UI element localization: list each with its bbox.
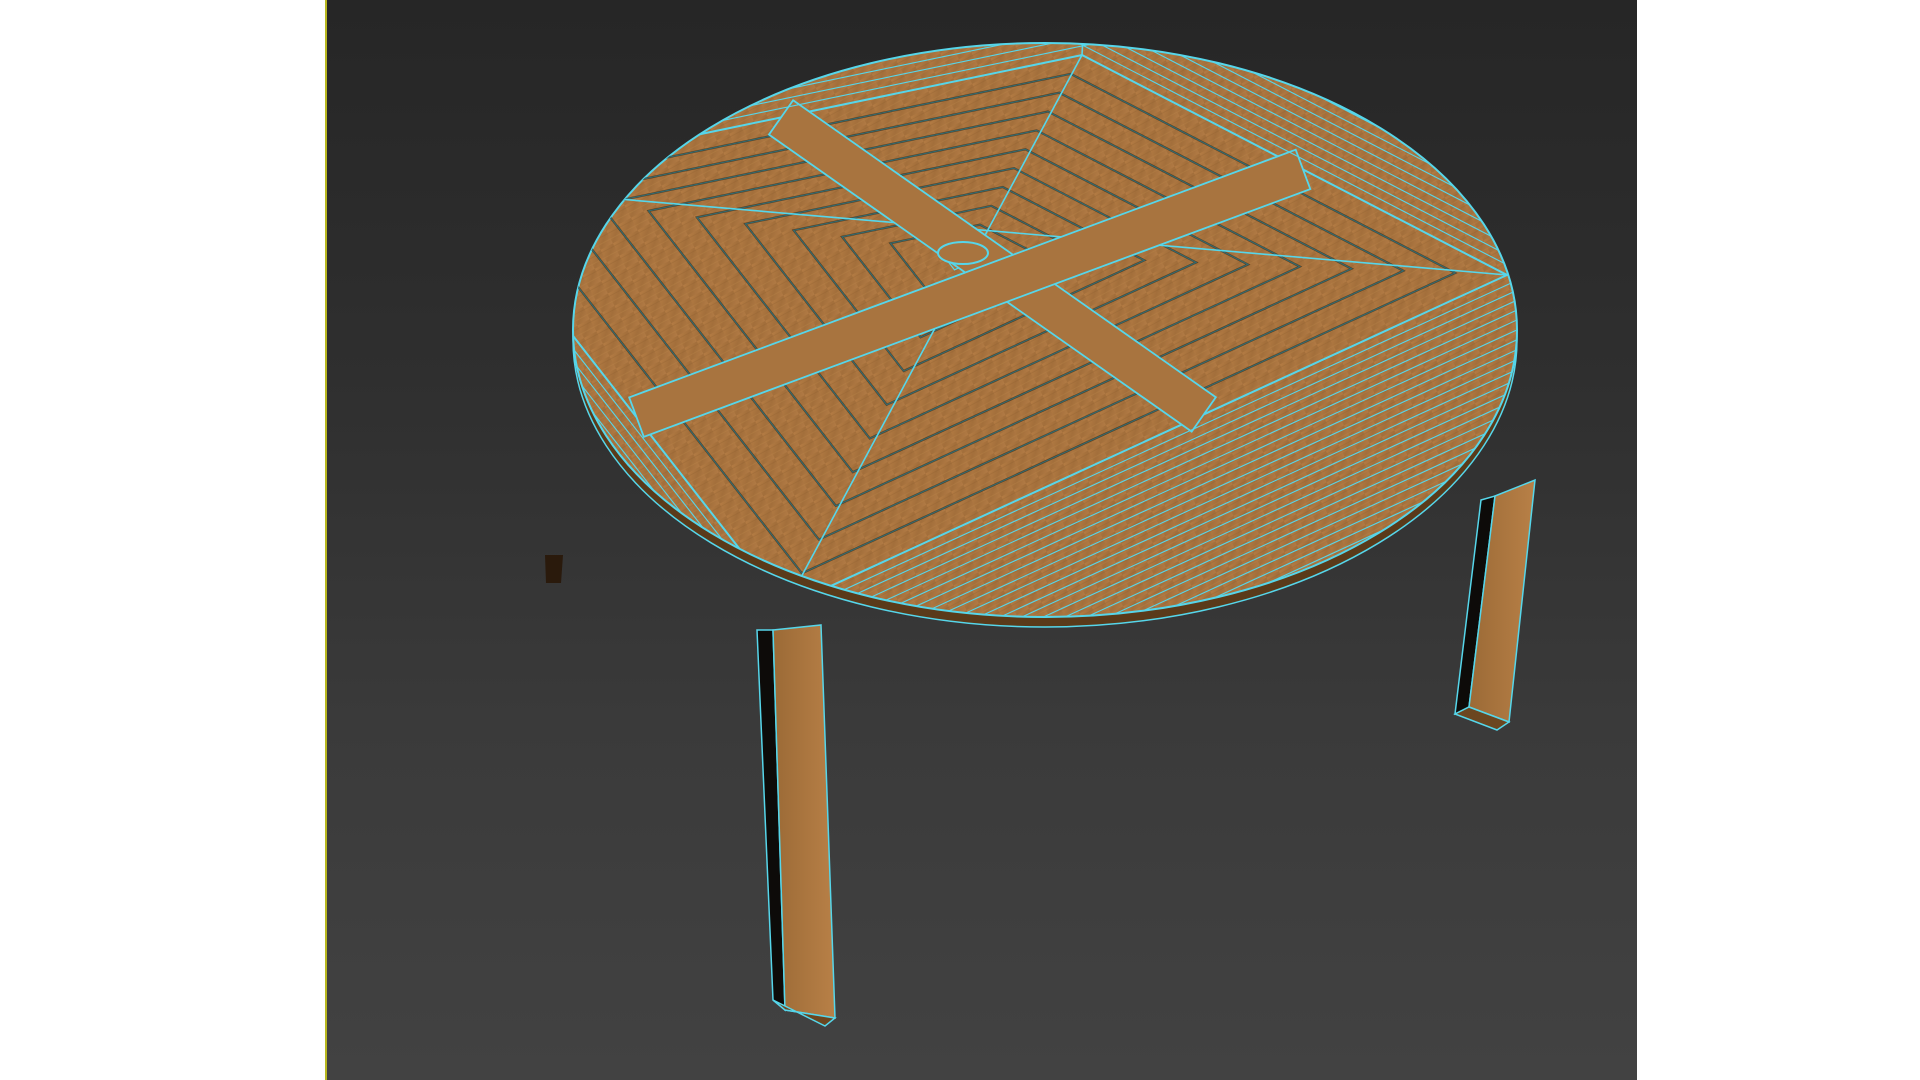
3d-viewport[interactable] (325, 0, 1637, 1080)
scene-canvas[interactable] (325, 0, 1637, 1080)
table-leg-back-left[interactable] (545, 555, 563, 583)
table-leg-front-right[interactable] (1453, 478, 1536, 731)
table-leg-front-left[interactable] (756, 624, 837, 1027)
table-top[interactable] (325, 0, 1637, 960)
umbrella-hole (937, 241, 989, 265)
screen (0, 0, 1920, 1080)
